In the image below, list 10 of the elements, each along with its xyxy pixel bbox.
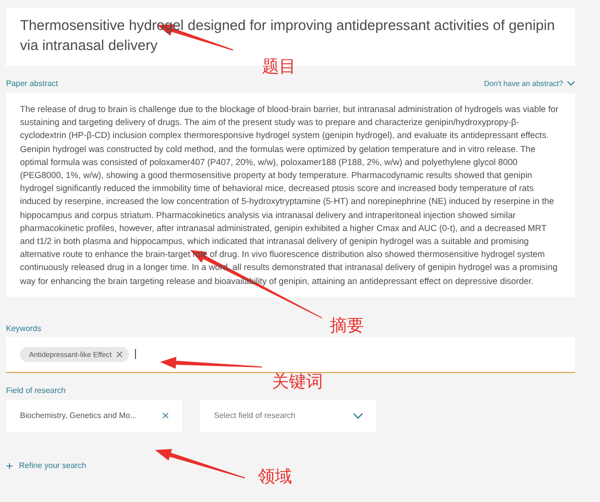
section-label: Paper abstract — [6, 79, 58, 88]
field-selection[interactable]: Biochemistry, Genetics and Mo... — [6, 400, 182, 432]
annotation-label: 关键词 — [272, 371, 323, 393]
field-dropdown[interactable]: Select field of research — [200, 400, 376, 432]
paper-title[interactable]: Thermosensitive hydrogel designed for improving antidepressant activities of genipin via intranasal delivery — [20, 16, 561, 56]
section-label: Field of research — [6, 386, 66, 395]
annotation-label: 题目 — [262, 56, 296, 78]
section-label: Keywords — [6, 324, 42, 333]
annotation-label: 摘要 — [330, 315, 364, 337]
annotation-label: 领域 — [258, 466, 292, 488]
